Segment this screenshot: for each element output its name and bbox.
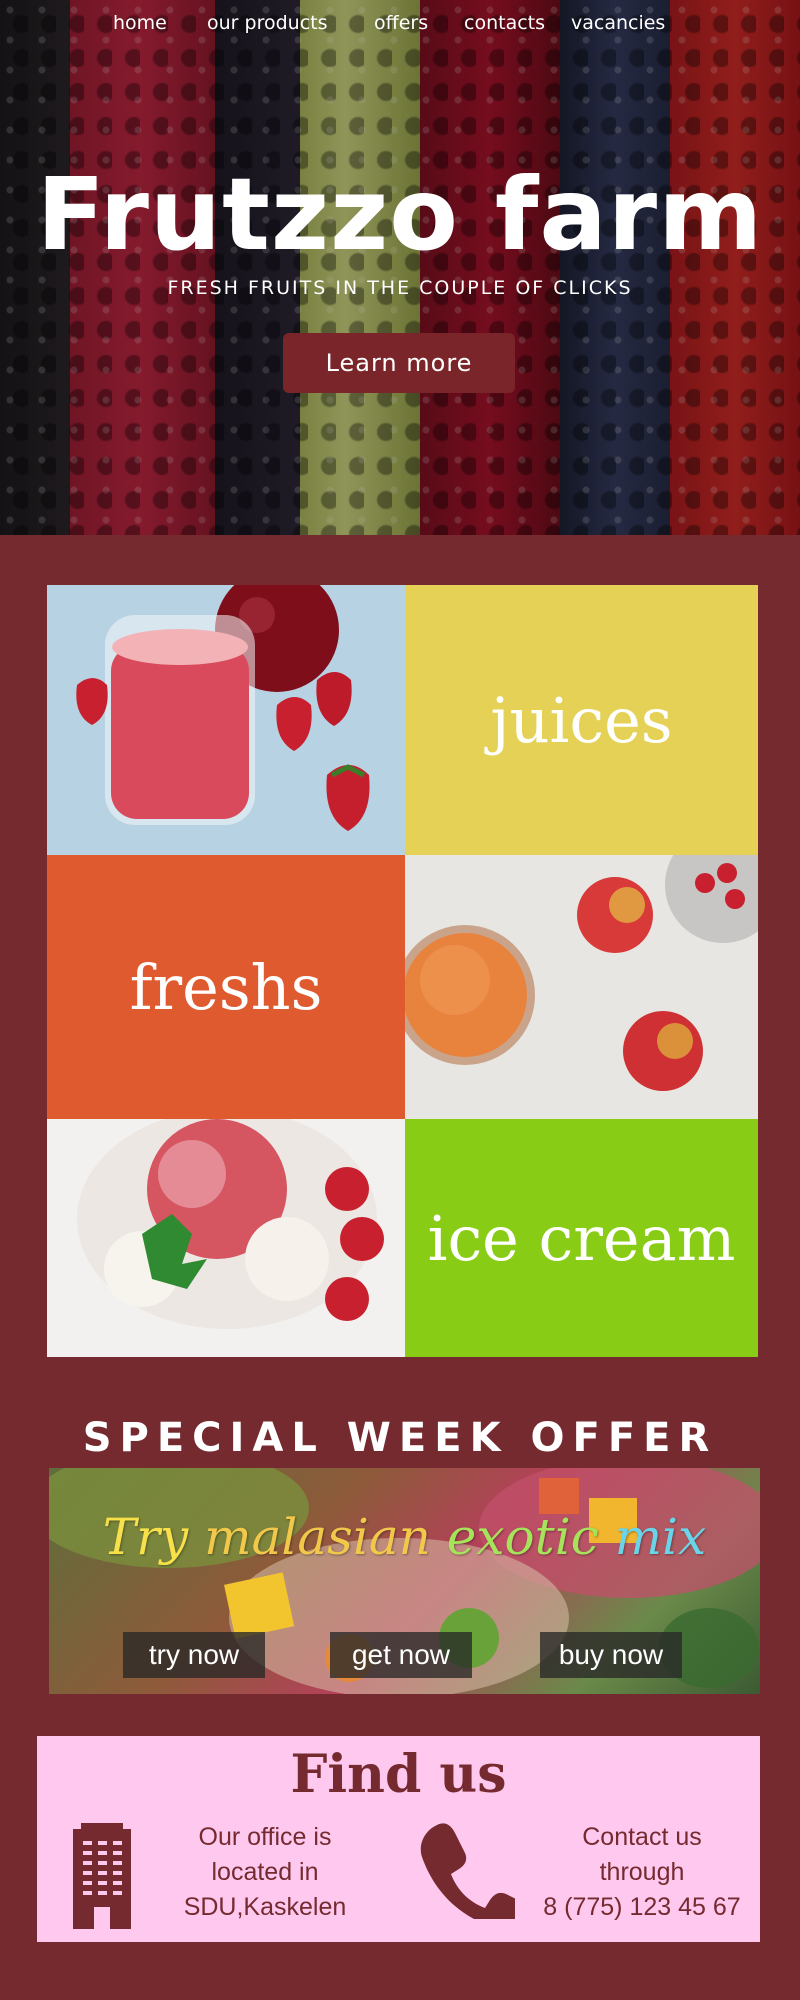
- try-now-button[interactable]: try now: [123, 1632, 265, 1678]
- tagline-word: Try: [102, 1508, 189, 1566]
- office-line: SDU,Kaskelen: [183, 1893, 347, 1921]
- hero-subtitle: FRESH FRUITS IN THE COUPLE OF CLICKS: [167, 277, 633, 299]
- nav-our-products[interactable]: our products: [207, 12, 328, 34]
- find-us-section: Find us Our office is located in SDU,Kas…: [37, 1736, 760, 1942]
- contact-info: Contact us through 8 (775) 123 45 67: [537, 1820, 747, 1925]
- tagline-word: mix: [614, 1508, 707, 1566]
- juice-photo: [47, 585, 405, 855]
- buy-now-button[interactable]: buy now: [540, 1632, 682, 1678]
- freshs-label: freshs: [129, 950, 323, 1024]
- find-us-title: Find us: [290, 1744, 507, 1805]
- hero-banner: home our products offers contacts vacanc…: [0, 0, 800, 535]
- tagline-word: exotic: [446, 1508, 599, 1566]
- fresh-illustration: [405, 855, 758, 1091]
- tagline-word: malasian: [204, 1508, 431, 1566]
- juices-tile[interactable]: juices: [405, 585, 758, 855]
- office-line: Our office is: [198, 1823, 332, 1851]
- juices-label: juices: [490, 683, 673, 757]
- offer-banner: Try malasian exotic mix try now get now …: [49, 1468, 760, 1694]
- nav-contacts[interactable]: contacts: [464, 12, 545, 34]
- freshs-tile[interactable]: freshs: [47, 855, 405, 1119]
- contact-line: Contact us: [582, 1823, 702, 1851]
- office-line: located in: [211, 1858, 319, 1886]
- ice-cream-illustration: [77, 1119, 384, 1329]
- phone-number[interactable]: 8 (775) 123 45 67: [537, 1890, 747, 1925]
- nav-home[interactable]: home: [113, 12, 167, 34]
- get-now-button[interactable]: get now: [330, 1632, 472, 1678]
- hero-title: Frutzzo farm: [36, 156, 764, 273]
- office-building-icon: [73, 1823, 131, 1929]
- office-address: Our office is located in SDU,Kaskelen: [155, 1820, 375, 1925]
- phone-icon: [420, 1823, 515, 1919]
- offer-tagline: Try malasian exotic mix: [49, 1508, 760, 1566]
- nav-offers[interactable]: offers: [374, 12, 428, 34]
- top-nav: home our products offers contacts vacanc…: [0, 12, 800, 38]
- juice-illustration: [76, 585, 370, 831]
- learn-more-button[interactable]: Learn more: [283, 333, 515, 393]
- special-offer-title: SPECIAL WEEK OFFER: [82, 1415, 718, 1461]
- fresh-photo: [405, 855, 758, 1119]
- contact-line: through: [599, 1858, 685, 1886]
- ice-cream-label: ice cream: [427, 1201, 736, 1275]
- ice-cream-tile[interactable]: ice cream: [405, 1119, 758, 1357]
- ice-cream-photo: [47, 1119, 405, 1357]
- nav-vacancies[interactable]: vacancies: [571, 12, 665, 34]
